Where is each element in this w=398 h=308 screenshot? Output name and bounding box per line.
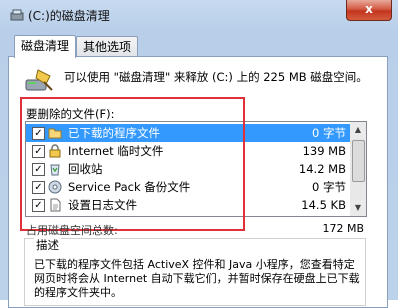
scroll-thumb[interactable]: [352, 140, 365, 182]
list-item-name: Service Pack 备份文件: [68, 180, 191, 194]
checkbox[interactable]: ✓: [32, 199, 45, 212]
disk-cleanup-icon: [25, 69, 53, 91]
list-item[interactable]: ✓ 回收站 14.2 MB: [26, 160, 350, 178]
description-title: 描述: [34, 237, 61, 253]
files-to-delete-label: 要删除的文件(F):: [26, 107, 115, 121]
tab-other-options[interactable]: 其他选项: [76, 36, 139, 57]
checkbox[interactable]: ✓: [32, 181, 45, 194]
list-item[interactable]: ✓ Internet 临时文件 139 MB: [26, 142, 350, 160]
list-item-size: 139 MB: [302, 144, 346, 158]
list-item-size: 14.2 MB: [298, 162, 346, 176]
document-icon: [50, 198, 61, 212]
list-item-size: 0 字节: [312, 126, 346, 140]
close-button[interactable]: x: [346, 0, 392, 21]
list-item[interactable]: ✓ 已下载的程序文件 0 字节: [26, 124, 350, 142]
window-title: (C:)的磁盘清理: [28, 9, 110, 23]
intro-text: 可以使用 "磁盘清理" 来释放 (C:) 上的 225 MB 磁盘空间。: [64, 70, 368, 84]
title-bar: (C:)的磁盘清理 x: [0, 0, 398, 30]
list-item-name: Internet 临时文件: [68, 144, 164, 158]
list-item[interactable]: ✓ 设置日志文件 14.5 KB: [26, 196, 350, 214]
scroll-up-icon[interactable]: ▲: [350, 122, 366, 138]
list-item-size: 0 字节: [312, 180, 346, 194]
files-to-delete-list[interactable]: ✓ 已下载的程序文件 0 字节 ✓ Internet 临时文件 139 MB ✓…: [25, 121, 367, 217]
folder-icon: [48, 128, 62, 139]
list-item-size: 14.5 KB: [301, 198, 346, 212]
list-item-name: 回收站: [68, 162, 103, 176]
disk-cleanup-window: (C:)的磁盘清理 x 磁盘清理 其他选项 可以使用 "磁盘清理" 来释放 (C…: [0, 0, 398, 308]
disc-icon: [48, 180, 62, 194]
checkbox[interactable]: ✓: [32, 127, 45, 140]
list-item-name: 设置日志文件: [68, 198, 137, 212]
tab-disk-cleanup[interactable]: 磁盘清理: [14, 35, 77, 58]
checkbox[interactable]: ✓: [32, 145, 45, 158]
scroll-down-icon[interactable]: ▼: [350, 200, 366, 216]
total-space-value: 172 MB: [322, 222, 364, 235]
lock-icon: [49, 144, 61, 158]
recycle-bin-icon: [50, 164, 60, 176]
description-text: 已下载的程序文件包括 ActiveX 控件和 Java 小程序，您查看特定网页时…: [34, 258, 360, 299]
checkbox[interactable]: ✓: [32, 163, 45, 176]
list-item-name: 已下载的程序文件: [68, 126, 160, 140]
list-item[interactable]: ✓ Service Pack 备份文件 0 字节: [26, 178, 350, 196]
total-space-label: 占用磁盘空间总数:: [26, 224, 118, 237]
disk-cleanup-icon: [10, 9, 24, 21]
list-scrollbar[interactable]: ▲ ▼: [350, 122, 366, 216]
